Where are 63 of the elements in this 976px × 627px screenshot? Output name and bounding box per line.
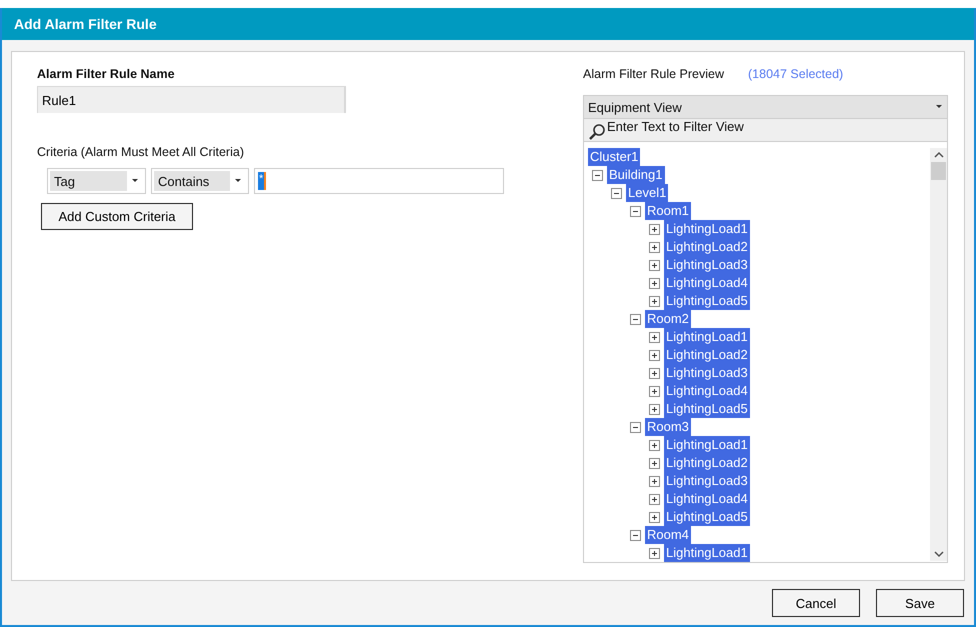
- tree-item[interactable]: Building1: [607, 166, 664, 184]
- tree-item[interactable]: Room4: [645, 526, 691, 544]
- search-icon: [588, 123, 606, 141]
- tree-item[interactable]: LightingLoad4: [664, 274, 750, 292]
- field-dropdown[interactable]: Tag: [47, 168, 146, 194]
- scrollbar[interactable]: [930, 148, 947, 561]
- expand-icon[interactable]: [649, 476, 660, 486]
- expand-icon[interactable]: [649, 512, 660, 522]
- expand-icon[interactable]: [649, 296, 660, 306]
- scroll-thumb[interactable]: [931, 162, 946, 180]
- tree-item[interactable]: Cluster1: [588, 148, 640, 166]
- expand-icon[interactable]: [649, 224, 660, 234]
- collapse-icon[interactable]: [630, 314, 641, 324]
- expand-icon[interactable]: [649, 242, 660, 252]
- expand-icon[interactable]: [649, 332, 660, 342]
- criteria-label: Criteria (Alarm Must Meet All Criteria): [37, 145, 245, 159]
- tree-item[interactable]: LightingLoad3: [664, 256, 750, 274]
- expand-icon[interactable]: [649, 548, 660, 558]
- tree-item[interactable]: LightingLoad5: [664, 508, 750, 526]
- filter-input[interactable]: Enter Text to Filter View: [607, 119, 907, 134]
- dialog-button[interactable]: Save: [876, 589, 964, 617]
- tree-item[interactable]: LightingLoad1: [664, 544, 750, 562]
- collapse-icon[interactable]: [630, 530, 641, 540]
- tree-item[interactable]: Level1: [626, 184, 668, 202]
- expand-icon[interactable]: [649, 386, 660, 396]
- criteria-value-field[interactable]: *: [254, 168, 504, 194]
- expand-icon[interactable]: [649, 494, 660, 504]
- tree-item[interactable]: Room2: [645, 310, 691, 328]
- tree-item[interactable]: LightingLoad1: [664, 436, 750, 454]
- tree-item[interactable]: Room3: [645, 418, 691, 436]
- operator-dropdown[interactable]: Contains: [151, 168, 249, 194]
- window-title: Add Alarm Filter Rule: [2, 8, 974, 40]
- expand-icon[interactable]: [649, 404, 660, 414]
- expand-icon[interactable]: [649, 350, 660, 360]
- tree-item[interactable]: LightingLoad3: [664, 364, 750, 382]
- expand-icon[interactable]: [649, 278, 660, 288]
- selected-count: (18047 Selected): [748, 67, 844, 81]
- dialog-button[interactable]: Cancel: [772, 589, 860, 617]
- add-criteria-button[interactable]: Add Custom Criteria: [41, 203, 193, 230]
- tree-item[interactable]: LightingLoad1: [664, 328, 750, 346]
- expand-icon[interactable]: [649, 440, 660, 450]
- collapse-icon[interactable]: [611, 188, 622, 198]
- collapse-icon[interactable]: [592, 170, 603, 180]
- tree-item[interactable]: LightingLoad2: [664, 454, 750, 472]
- field-label: Alarm Filter Rule Name: [37, 67, 176, 81]
- view-dropdown[interactable]: Equipment View: [583, 95, 948, 119]
- tree-item[interactable]: Room1: [645, 202, 691, 220]
- filter-field[interactable]: Enter Text to Filter View: [583, 119, 948, 142]
- tree-item[interactable]: LightingLoad2: [664, 238, 750, 256]
- collapse-icon[interactable]: [630, 206, 641, 216]
- rule-name-field[interactable]: Rule1: [37, 86, 346, 113]
- tree-item[interactable]: LightingLoad1: [664, 220, 750, 238]
- tree-item[interactable]: LightingLoad4: [664, 490, 750, 508]
- tree-item[interactable]: LightingLoad5: [664, 292, 750, 310]
- expand-icon[interactable]: [649, 458, 660, 468]
- tree-item[interactable]: LightingLoad5: [664, 400, 750, 418]
- tree-item[interactable]: LightingLoad2: [664, 346, 750, 364]
- expand-icon[interactable]: [649, 368, 660, 378]
- preview-label: Alarm Filter Rule Preview: [583, 67, 724, 81]
- expand-icon[interactable]: [649, 260, 660, 270]
- tree-item[interactable]: LightingLoad3: [664, 472, 750, 490]
- collapse-icon[interactable]: [630, 422, 641, 432]
- tree-item[interactable]: LightingLoad4: [664, 382, 750, 400]
